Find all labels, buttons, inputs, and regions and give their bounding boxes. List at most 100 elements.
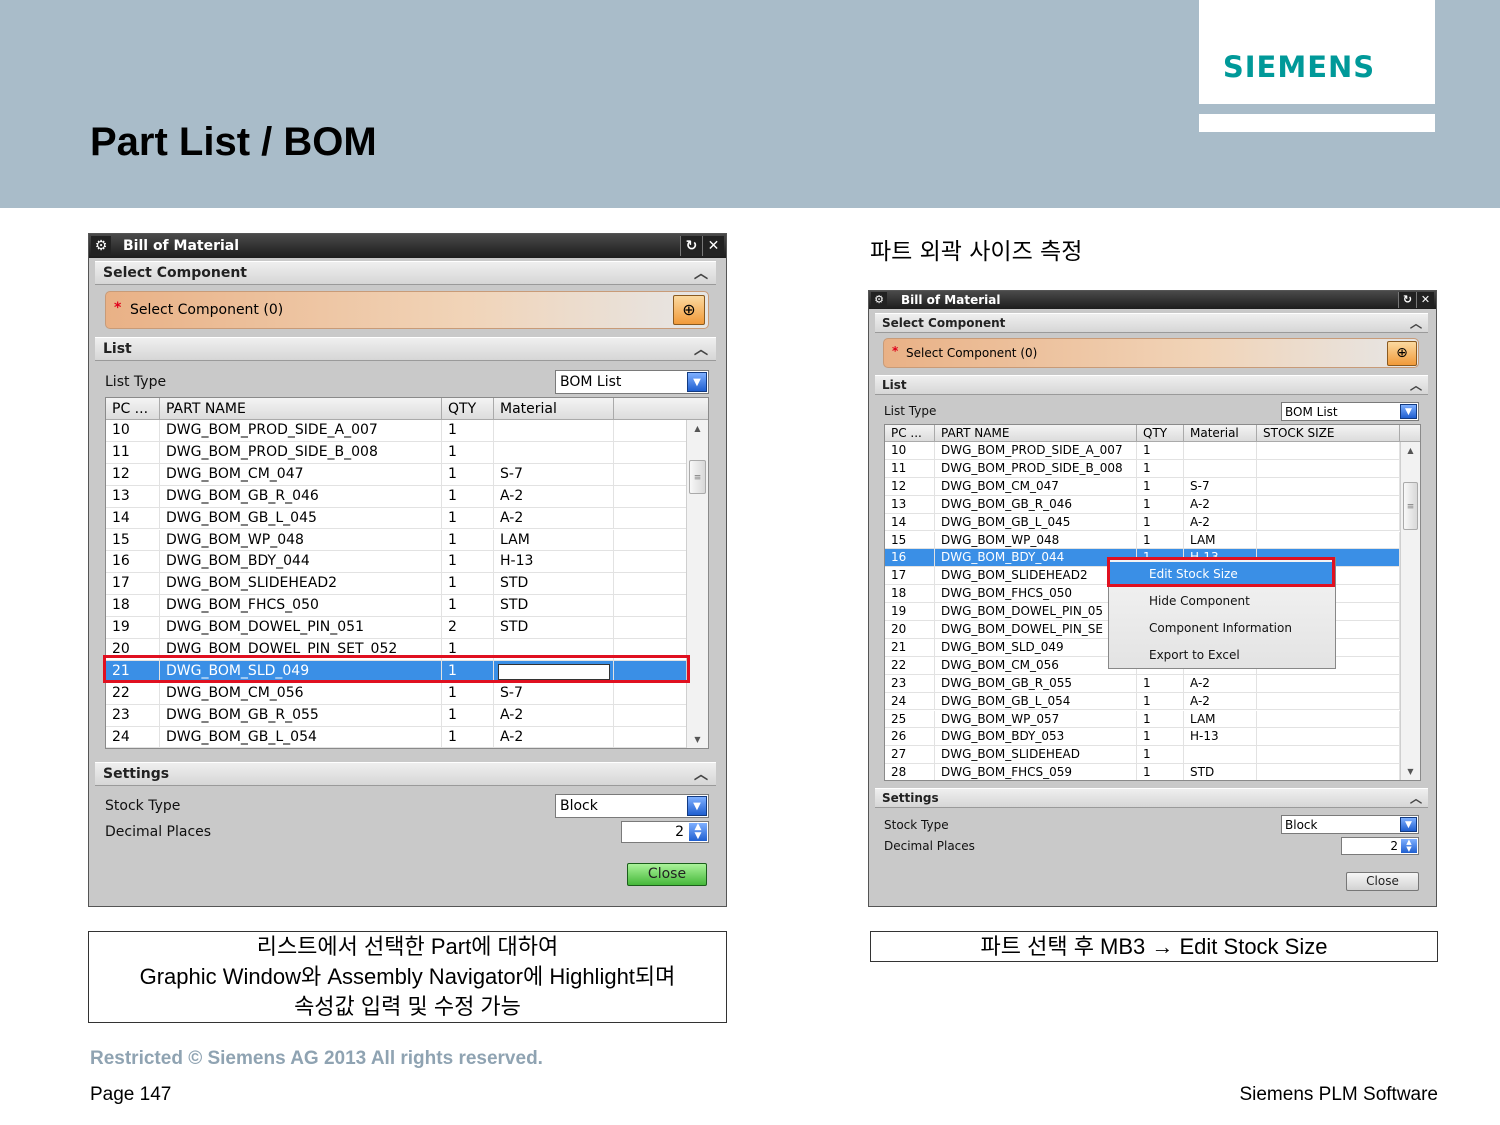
table-cell: 1 bbox=[1137, 746, 1184, 764]
scroll-up-icon[interactable]: ▲ bbox=[687, 424, 708, 433]
table-row[interactable]: 23 DWG_BOM_GB_R_055 1 A-2 bbox=[885, 674, 1400, 693]
table-cell bbox=[494, 441, 614, 463]
scroll-down-icon[interactable]: ▼ bbox=[687, 735, 708, 744]
table-row[interactable]: 12 DWG_BOM_CM_047 1 S-7 bbox=[106, 463, 686, 486]
table-row[interactable]: 14 DWG_BOM_GB_L_045 1 A-2 bbox=[106, 507, 686, 530]
scroll-up-icon[interactable]: ▲ bbox=[1401, 446, 1420, 455]
table-header: PC ... PART NAME QTY Material bbox=[106, 398, 708, 420]
chevron-down-icon[interactable]: ▼ bbox=[687, 796, 707, 816]
table-row[interactable]: 27 DWG_BOM_SLIDEHEAD 1 bbox=[885, 746, 1400, 765]
table-row[interactable]: 17 DWG_BOM_SLIDEHEAD2 1 STD bbox=[106, 573, 686, 596]
section-list[interactable]: List ︿ bbox=[875, 375, 1428, 395]
stock-type-dropdown[interactable]: Block ▼ bbox=[1281, 815, 1419, 834]
table-row[interactable]: 22 DWG_BOM_CM_056 1 S-7 bbox=[106, 682, 686, 705]
chevron-down-icon[interactable]: ▼ bbox=[687, 372, 707, 392]
section-select-component[interactable]: Select Component ︿ bbox=[875, 313, 1428, 333]
section-select-component[interactable]: Select Component ︿ bbox=[95, 261, 716, 285]
dialog-title: Bill of Material bbox=[123, 238, 240, 254]
select-object-icon[interactable]: ⊕ bbox=[1387, 341, 1417, 366]
table-row[interactable]: 26 DWG_BOM_BDY_053 1 H-13 bbox=[885, 728, 1400, 747]
table-row[interactable]: 12 DWG_BOM_CM_047 1 S-7 bbox=[885, 477, 1400, 496]
table-row[interactable]: 24 DWG_BOM_GB_L_054 1 A-2 bbox=[106, 726, 686, 748]
context-menu-item[interactable]: Hide Component bbox=[1109, 589, 1335, 613]
table-cell: 1 bbox=[1137, 513, 1184, 531]
reset-icon[interactable]: ↻ bbox=[1398, 292, 1416, 308]
table-row[interactable]: 28 DWG_BOM_FHCS_059 1 STD bbox=[885, 764, 1400, 780]
context-menu-item[interactable]: Component Information bbox=[1109, 616, 1335, 640]
close-button[interactable]: Close bbox=[627, 863, 707, 886]
select-component-bar[interactable]: * Select Component (0) bbox=[105, 291, 709, 329]
table-row[interactable]: 16DWG_BOM_BDY_0441H-13 bbox=[106, 551, 686, 574]
scroll-thumb[interactable]: ≡ bbox=[689, 460, 706, 494]
table-scrollbar[interactable]: ▲ ≡ ▼ bbox=[1400, 442, 1420, 780]
column-header[interactable]: STOCK SIZE bbox=[1257, 425, 1400, 441]
select-object-icon[interactable]: ⊕ bbox=[673, 295, 705, 325]
section-settings[interactable]: Settings ︿ bbox=[95, 762, 716, 786]
table-row[interactable]: 14 DWG_BOM_GB_L_045 1 A-2 bbox=[885, 513, 1400, 532]
table-row[interactable]: 23 DWG_BOM_GB_R_055 1 A-2 bbox=[106, 704, 686, 727]
table-row[interactable]: 18 DWG_BOM_FHCS_050 1 STD bbox=[106, 595, 686, 618]
reset-icon[interactable]: ↻ bbox=[680, 236, 702, 256]
table-cell: 10 bbox=[106, 420, 160, 441]
collapse-icon[interactable]: ︿ bbox=[694, 339, 708, 359]
table-row[interactable]: 25 DWG_BOM_WP_057 1 LAM bbox=[885, 710, 1400, 729]
collapse-icon[interactable]: ︿ bbox=[694, 764, 708, 784]
gear-icon[interactable]: ⚙ bbox=[871, 292, 887, 308]
column-header[interactable]: PC ... bbox=[885, 425, 935, 441]
list-type-dropdown[interactable]: BOM List ▼ bbox=[1281, 402, 1419, 421]
close-icon[interactable]: ✕ bbox=[1416, 292, 1434, 308]
table-row[interactable]: 19 DWG_BOM_DOWEL_PIN_051 2 STD bbox=[106, 617, 686, 639]
collapse-icon[interactable]: ︿ bbox=[1410, 315, 1422, 332]
table-cell: LAM bbox=[1184, 531, 1257, 549]
table-row[interactable]: 24 DWG_BOM_GB_L_054 1 A-2 bbox=[885, 692, 1400, 711]
select-component-bar[interactable]: * Select Component (0) bbox=[883, 338, 1419, 368]
chevron-down-icon[interactable]: ▼ bbox=[1400, 404, 1417, 419]
stock-type-dropdown[interactable]: Block ▼ bbox=[555, 794, 709, 818]
table-scrollbar[interactable]: ▲ ≡ ▼ bbox=[686, 420, 708, 748]
spinner-arrows-icon[interactable]: ▲ ▼ bbox=[1401, 839, 1417, 853]
collapse-icon[interactable]: ︿ bbox=[1410, 790, 1422, 807]
column-header[interactable]: Material bbox=[494, 398, 614, 419]
table-cell: DWG_BOM_GB_L_045 bbox=[160, 507, 442, 529]
scroll-thumb[interactable]: ≡ bbox=[1403, 482, 1418, 530]
table-row[interactable]: 11 DWG_BOM_PROD_SIDE_B_008 1 bbox=[885, 459, 1400, 478]
column-header[interactable]: QTY bbox=[442, 398, 494, 419]
table-row[interactable]: 11 DWG_BOM_PROD_SIDE_B_008 1 bbox=[106, 441, 686, 464]
column-header[interactable]: Material bbox=[1184, 425, 1257, 441]
context-menu-item[interactable]: Export to Excel bbox=[1109, 643, 1335, 667]
decimal-places-spinner[interactable]: 2 ▲ ▼ bbox=[621, 821, 709, 843]
table-row[interactable]: 10 DWG_BOM_PROD_SIDE_A_007 1 bbox=[885, 442, 1400, 460]
gear-icon[interactable]: ⚙ bbox=[91, 236, 111, 256]
table-cell: 1 bbox=[442, 507, 494, 529]
collapse-icon[interactable]: ︿ bbox=[1410, 377, 1422, 394]
column-header[interactable]: PART NAME bbox=[935, 425, 1137, 441]
table-cell: 1 bbox=[442, 595, 494, 617]
page-number: Page 147 bbox=[90, 1084, 172, 1105]
chevron-down-icon[interactable]: ▼ bbox=[1400, 817, 1417, 832]
decimal-places-spinner[interactable]: 2 ▲ ▼ bbox=[1341, 837, 1419, 855]
spinner-arrows-icon[interactable]: ▲ ▼ bbox=[689, 823, 707, 841]
close-icon[interactable]: ✕ bbox=[702, 236, 724, 256]
caption-line: 속성값 입력 및 수정 가능 bbox=[294, 994, 521, 1019]
table-cell: 22 bbox=[885, 656, 935, 674]
table-row[interactable]: 15 DWG_BOM_WP_048 1 LAM bbox=[885, 531, 1400, 550]
table-row[interactable]: 10 DWG_BOM_PROD_SIDE_A_007 1 bbox=[106, 420, 686, 442]
stock-type-label: Stock Type bbox=[884, 818, 949, 832]
table-row[interactable]: 13 DWG_BOM_GB_R_046 1 A-2 bbox=[885, 495, 1400, 514]
table-cell: DWG_BOM_FHCS_050 bbox=[935, 585, 1137, 603]
close-button[interactable]: Close bbox=[1346, 872, 1419, 891]
decimal-places-label: Decimal Places bbox=[105, 824, 212, 840]
table-cell: DWG_BOM_CM_056 bbox=[935, 656, 1137, 674]
table-cell: 15 bbox=[885, 531, 935, 549]
collapse-icon[interactable]: ︿ bbox=[694, 263, 708, 283]
table-row[interactable]: 15 DWG_BOM_WP_048 1 LAM bbox=[106, 529, 686, 552]
scroll-down-icon[interactable]: ▼ bbox=[1401, 767, 1420, 776]
section-list[interactable]: List ︿ bbox=[95, 337, 716, 361]
column-header[interactable]: PART NAME bbox=[160, 398, 442, 419]
list-type-dropdown[interactable]: BOM List ▼ bbox=[555, 370, 709, 394]
section-settings[interactable]: Settings ︿ bbox=[875, 788, 1428, 808]
siemens-logo: SIEMENS bbox=[1199, 0, 1435, 104]
column-header[interactable]: PC ... bbox=[106, 398, 160, 419]
column-header[interactable]: QTY bbox=[1137, 425, 1184, 441]
table-row[interactable]: 13 DWG_BOM_GB_R_046 1 A-2 bbox=[106, 485, 686, 508]
